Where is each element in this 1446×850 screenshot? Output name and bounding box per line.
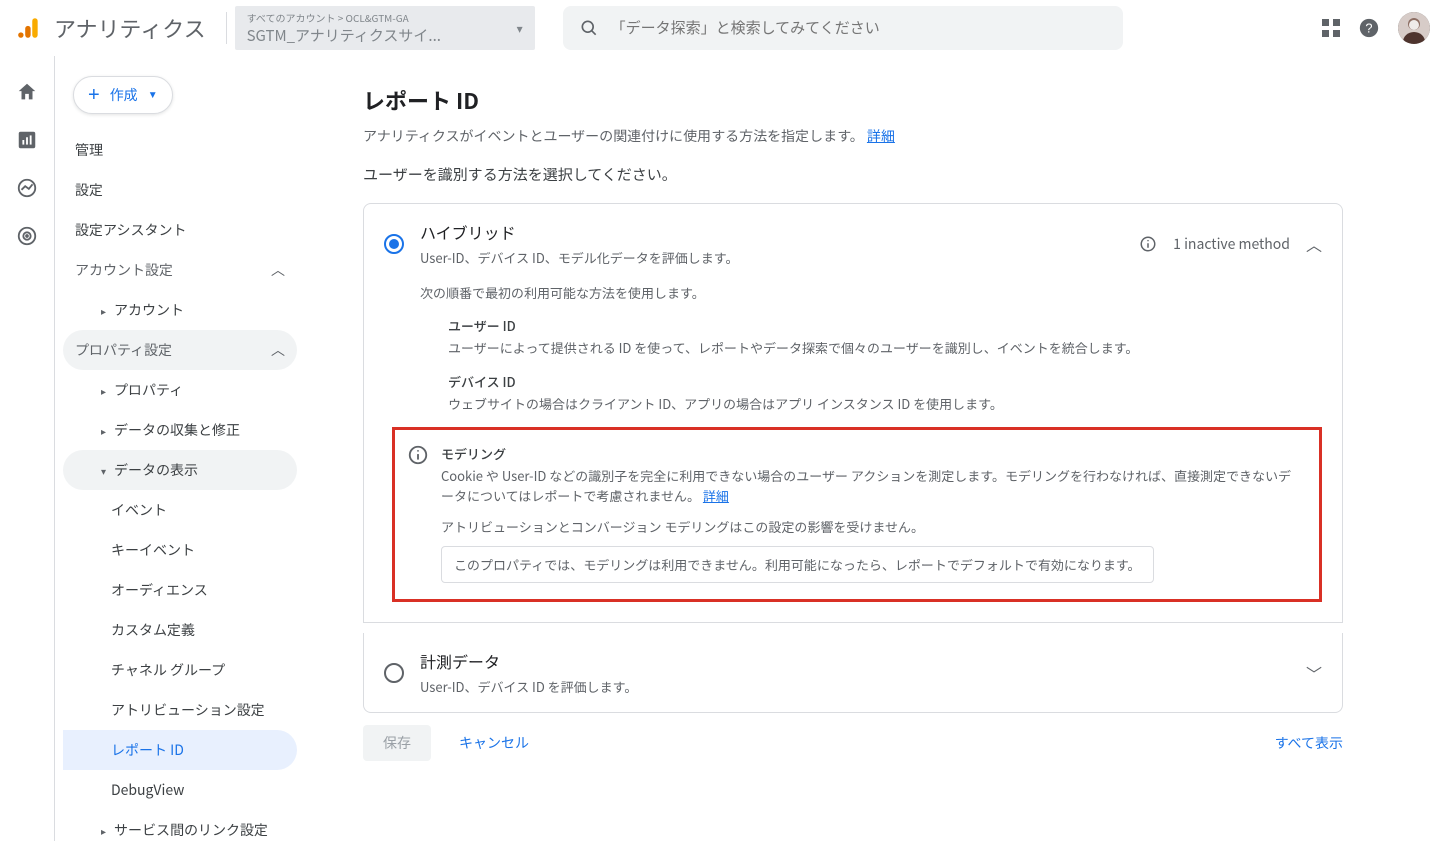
- dropdown-caret-icon: ▼: [148, 90, 158, 101]
- hybrid-body: 次の順番で最初の利用可能な方法を使用します。 ユーザー ID ユーザーによって提…: [364, 283, 1342, 622]
- option-observed-header[interactable]: 計測データ User-ID、デバイス ID を評価します。 ﹀: [364, 633, 1342, 712]
- page-description: アナリティクスがイベントとユーザーの関連付けに使用する方法を指定します。 詳細: [363, 126, 1426, 146]
- nav-property[interactable]: ▸プロパティ: [63, 370, 297, 410]
- radio-selected-icon[interactable]: [384, 234, 404, 254]
- show-all-link[interactable]: すべて表示: [1275, 733, 1343, 753]
- nav-admin[interactable]: 管理: [63, 130, 297, 170]
- nav-data-display[interactable]: ▾データの表示: [63, 450, 297, 490]
- search-input[interactable]: [611, 20, 1107, 37]
- explore-icon[interactable]: [15, 176, 39, 200]
- nav-data-collection[interactable]: ▸データの収集と修正: [63, 410, 297, 450]
- caret-down-icon: ▾: [101, 463, 106, 478]
- main-wrap: + 作成 ▼ 管理 設定 設定アシスタント アカウント設定 ︿ ▸アカウント プ…: [0, 56, 1446, 841]
- modeling-title: モデリング: [441, 444, 1303, 463]
- search-box[interactable]: [563, 6, 1123, 50]
- nav-key-events[interactable]: キーイベント: [63, 530, 297, 570]
- radio-unselected-icon[interactable]: [384, 663, 404, 683]
- info-icon: [407, 444, 429, 583]
- option-hybrid: ハイブリッド User-ID、デバイス ID、モデル化データを評価します。 1 …: [363, 203, 1343, 623]
- nav-custom-def[interactable]: カスタム定義: [63, 610, 297, 650]
- nav-channel-groups[interactable]: チャネル グループ: [63, 650, 297, 690]
- save-button[interactable]: 保存: [363, 725, 431, 761]
- caret-right-icon: ▸: [101, 423, 106, 438]
- content: レポート ID アナリティクスがイベントとユーザーの関連付けに使用する方法を指定…: [305, 56, 1446, 841]
- nav-report-id[interactable]: レポート ID: [63, 730, 297, 770]
- option-hybrid-header[interactable]: ハイブリッド User-ID、デバイス ID、モデル化データを評価します。 1 …: [364, 204, 1342, 283]
- create-label: 作成: [110, 85, 138, 105]
- icon-rail: [0, 56, 55, 841]
- reports-icon[interactable]: [15, 128, 39, 152]
- caret-right-icon: ▸: [101, 303, 106, 318]
- sidebar: + 作成 ▼ 管理 設定 設定アシスタント アカウント設定 ︿ ▸アカウント プ…: [55, 56, 305, 841]
- app-header: アナリティクス すべてのアカウント > OCL&GTM-GA SGTM_アナリテ…: [0, 0, 1446, 56]
- modeling-note: アトリビューションとコンバージョン モデリングはこの設定の影響を受けません。: [441, 517, 1303, 536]
- nav-account-settings[interactable]: アカウント設定 ︿: [63, 250, 297, 290]
- nav-settings[interactable]: 設定: [63, 170, 297, 210]
- footer-row: 保存 キャンセル すべて表示: [363, 725, 1343, 761]
- method-device-id: デバイス ID ウェブサイトの場合はクライアント ID、アプリの場合はアプリ イ…: [432, 372, 1322, 414]
- caret-right-icon: ▸: [101, 823, 106, 838]
- nav-assistant[interactable]: 設定アシスタント: [63, 210, 297, 250]
- header-right: ?: [1322, 12, 1430, 44]
- svg-text:?: ?: [1365, 21, 1372, 36]
- create-button[interactable]: + 作成 ▼: [73, 76, 173, 114]
- modeling-highlight: モデリング Cookie や User-ID などの識別子を完全に利用できない場…: [392, 427, 1322, 602]
- modeling-desc: Cookie や User-ID などの識別子を完全に利用できない場合のユーザー…: [441, 466, 1303, 505]
- option-observed: 計測データ User-ID、デバイス ID を評価します。 ﹀: [363, 633, 1343, 713]
- nav-audiences[interactable]: オーディエンス: [63, 570, 297, 610]
- caret-right-icon: ▸: [101, 383, 106, 398]
- nav-service-links[interactable]: ▸サービス間のリンク設定: [63, 810, 297, 850]
- vertical-divider: [226, 12, 227, 44]
- apps-icon[interactable]: [1322, 19, 1340, 37]
- chevron-up-icon[interactable]: ︿: [1306, 232, 1322, 256]
- learn-more-link[interactable]: 詳細: [867, 126, 895, 146]
- account-switcher[interactable]: すべてのアカウント > OCL&GTM-GA SGTM_アナリティクスサイ...…: [235, 6, 535, 50]
- analytics-logo-icon: [16, 15, 42, 41]
- nav-attribution[interactable]: アトリビューション設定: [63, 690, 297, 730]
- account-property-name: SGTM_アナリティクスサイ...: [247, 25, 441, 46]
- brand-label: アナリティクス: [54, 12, 206, 44]
- home-icon[interactable]: [15, 80, 39, 104]
- hybrid-sub: User-ID、デバイス ID、モデル化データを評価します。: [420, 248, 738, 267]
- observed-title: 計測データ: [420, 649, 637, 673]
- help-icon[interactable]: ?: [1358, 17, 1380, 39]
- sub-heading: ユーザーを識別する方法を選択してください。: [363, 164, 1426, 185]
- account-breadcrumb: すべてのアカウント > OCL&GTM-GA: [247, 10, 441, 25]
- plus-icon: +: [88, 85, 100, 105]
- modeling-learn-link[interactable]: 詳細: [703, 486, 729, 505]
- info-icon: [1139, 235, 1157, 253]
- observed-sub: User-ID、デバイス ID を評価します。: [420, 677, 637, 696]
- cancel-button[interactable]: キャンセル: [439, 725, 549, 761]
- nav-account[interactable]: ▸アカウント: [63, 290, 297, 330]
- method-user-id: ユーザー ID ユーザーによって提供される ID を使って、レポートやデータ探索…: [432, 316, 1322, 358]
- chevron-up-icon: ︿: [271, 340, 285, 360]
- advertising-icon[interactable]: [15, 224, 39, 248]
- search-icon: [579, 18, 599, 38]
- nav-property-settings[interactable]: プロパティ設定 ︿: [63, 330, 297, 370]
- chevron-up-icon: ︿: [271, 260, 285, 280]
- user-avatar[interactable]: [1398, 12, 1430, 44]
- hybrid-title: ハイブリッド: [420, 220, 738, 244]
- inactive-method-label: 1 inactive method: [1173, 234, 1290, 254]
- dropdown-caret-icon: ▾: [517, 20, 523, 37]
- nav-debugview[interactable]: DebugView: [63, 770, 297, 810]
- body-lead: 次の順番で最初の利用可能な方法を使用します。: [420, 283, 1322, 302]
- nav-events[interactable]: イベント: [63, 490, 297, 530]
- page-title: レポート ID: [363, 84, 1426, 116]
- modeling-disabled-notice: このプロパティでは、モデリングは利用できません。利用可能になったら、レポートでデ…: [441, 546, 1154, 583]
- chevron-down-icon[interactable]: ﹀: [1306, 661, 1322, 685]
